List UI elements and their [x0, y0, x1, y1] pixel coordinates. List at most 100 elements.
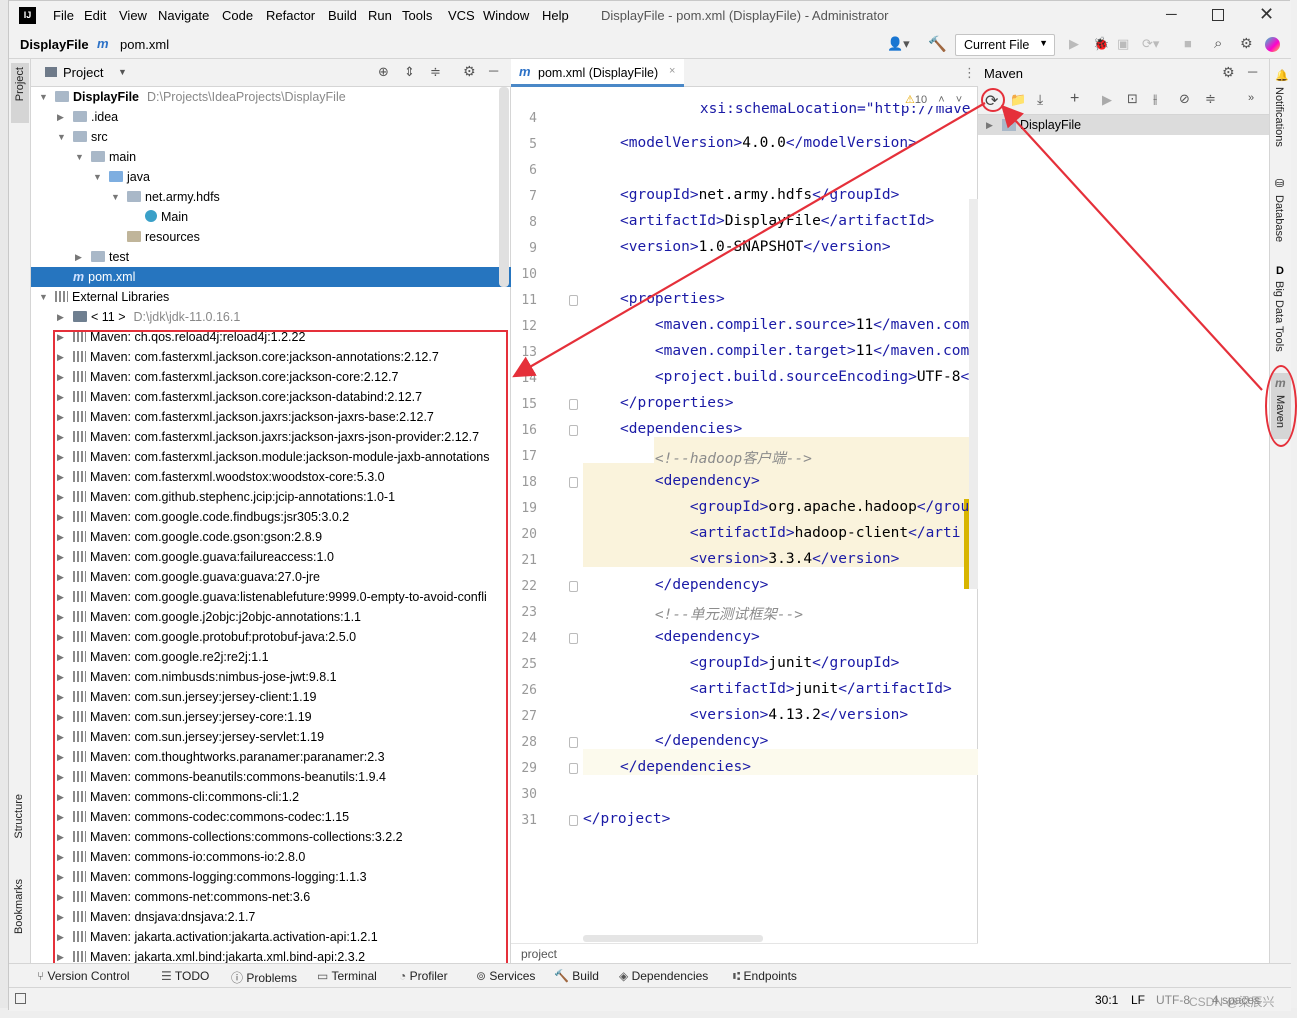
toolbox-icon[interactable]	[1265, 37, 1280, 52]
collapse-arrow-icon[interactable]: ▼	[57, 127, 66, 147]
collapse-arrow-icon[interactable]: ▼	[39, 87, 48, 107]
panel-settings-icon[interactable]: ⚙	[463, 63, 476, 80]
build-hammer-icon[interactable]: 🔨	[928, 35, 947, 53]
library-item[interactable]: ▶ Maven: dnsjava:dnsjava:2.1.7	[31, 907, 511, 927]
editor-breadcrumb[interactable]: project	[511, 943, 978, 963]
run-maven-build-icon[interactable]: ▶	[1102, 92, 1112, 108]
maven-settings-icon[interactable]: ⚙	[1222, 64, 1235, 81]
expand-arrow-icon[interactable]: ▶	[57, 847, 64, 867]
tool-problems[interactable]: ⓘ Problems	[231, 969, 297, 986]
maven-project-row[interactable]: ▶ DisplayFile	[978, 115, 1269, 135]
skip-tests-icon[interactable]: ⊘	[1179, 91, 1190, 107]
profile-icon[interactable]: ⟳▾	[1142, 36, 1159, 52]
caret-position[interactable]: 30:1	[1095, 993, 1118, 1007]
generate-sources-icon[interactable]: 📁	[1010, 92, 1026, 108]
expand-arrow-icon[interactable]: ▶	[57, 307, 64, 327]
tree-item-0[interactable]: ▼ DisplayFile D:\Projects\IdeaProjects\Dis…	[31, 87, 511, 107]
expand-arrow-icon[interactable]: ▶	[57, 527, 64, 547]
breadcrumb-file[interactable]: pom.xml	[120, 37, 169, 52]
collapse-arrow-icon[interactable]: ▼	[111, 187, 120, 207]
locate-icon[interactable]: ⊕	[378, 64, 389, 80]
expand-arrow-icon[interactable]: ▶	[57, 747, 64, 767]
expand-arrow-icon[interactable]: ▶	[57, 907, 64, 927]
prev-highlight-icon[interactable]: ˄	[938, 94, 944, 106]
library-item[interactable]: ▶ Maven: commons-collections:commons-coll…	[31, 827, 511, 847]
library-item[interactable]: ▶ Maven: com.fasterxml.jackson.jaxrs:jack…	[31, 407, 511, 427]
expand-arrow-icon[interactable]: ▶	[57, 887, 64, 907]
library-item[interactable]: ▶ Maven: com.nimbusds:nimbus-jose-jwt:9.8…	[31, 667, 511, 687]
line-separator[interactable]: LF	[1131, 993, 1145, 1007]
expand-arrow-icon[interactable]: ▶	[57, 647, 64, 667]
library-item[interactable]: ▶ Maven: com.google.re2j:re2j:1.1	[31, 647, 511, 667]
execute-goal-icon[interactable]: ⊡	[1127, 91, 1138, 107]
hide-panel-icon[interactable]: ─	[489, 63, 498, 78]
toggle-offline-icon[interactable]: ⫲	[1153, 91, 1157, 107]
expand-arrow-icon[interactable]: ▶	[57, 427, 64, 447]
expand-arrow-icon[interactable]: ▶	[57, 787, 64, 807]
tree-item-10[interactable]: ▼ External Libraries	[31, 287, 511, 307]
tree-item-5[interactable]: ▼ net.army.hdfs	[31, 187, 511, 207]
menu-file[interactable]: File	[53, 8, 74, 23]
menu-navigate[interactable]: Navigate	[158, 8, 209, 23]
expand-arrow-icon[interactable]: ▶	[57, 487, 64, 507]
structure-tool-tab[interactable]: Structure	[13, 794, 25, 839]
debug-icon[interactable]: 🐞	[1093, 36, 1109, 52]
menu-help[interactable]: Help	[542, 8, 569, 23]
expand-arrow-icon[interactable]: ▶	[57, 667, 64, 687]
layout-toggle-icon[interactable]	[15, 993, 26, 1004]
expand-arrow-icon[interactable]: ▶	[57, 507, 64, 527]
download-sources-icon[interactable]: ⤓	[1037, 91, 1043, 108]
menu-window[interactable]: Window	[483, 8, 529, 23]
library-item[interactable]: ▶ Maven: com.github.stephenc.jcip:jcip-an…	[31, 487, 511, 507]
menu-vcs[interactable]: VCS	[448, 8, 475, 23]
library-item[interactable]: ▶ Maven: com.google.j2objc:j2objc-annotat…	[31, 607, 511, 627]
tree-item-4[interactable]: ▼ java	[31, 167, 511, 187]
tool-version-control[interactable]: ⑂ Version Control	[37, 969, 130, 983]
reload-all-maven-projects-icon[interactable]: ⟳	[985, 91, 998, 111]
library-item[interactable]: ▶ Maven: com.fasterxml.jackson.jaxrs:jack…	[31, 427, 511, 447]
library-item[interactable]: ▶ Maven: com.fasterxml.jackson.module:jac…	[31, 447, 511, 467]
library-item[interactable]: ▶ Maven: jakarta.activation:jakarta.activ…	[31, 927, 511, 947]
menu-code[interactable]: Code	[222, 8, 253, 23]
menu-edit[interactable]: Edit	[84, 8, 106, 23]
breadcrumb-project[interactable]: DisplayFile	[20, 37, 89, 52]
library-item[interactable]: ▶ Maven: com.fasterxml.jackson.core:jacks…	[31, 387, 511, 407]
menu-refactor[interactable]: Refactor	[266, 8, 315, 23]
library-item[interactable]: ▶ Maven: com.fasterxml.jackson.core:jacks…	[31, 367, 511, 387]
tool-services[interactable]: ⊚ Services	[476, 969, 535, 983]
library-item[interactable]: ▶ Maven: com.google.guava:listenablefutur…	[31, 587, 511, 607]
menu-build[interactable]: Build	[328, 8, 357, 23]
library-item[interactable]: ▶ Maven: com.sun.jersey:jersey-servlet:1.…	[31, 727, 511, 747]
maven-hide-icon[interactable]: ─	[1248, 64, 1257, 79]
expand-arrow-icon[interactable]: ▶	[57, 807, 64, 827]
menu-tools[interactable]: Tools	[402, 8, 432, 23]
more-icon[interactable]: »	[1248, 92, 1254, 104]
add-maven-project-icon[interactable]: +	[1070, 90, 1079, 108]
expand-all-icon[interactable]: ⇕	[404, 64, 415, 80]
maven-tool-tab[interactable]: m Maven	[1271, 373, 1291, 439]
library-item[interactable]: ▶ Maven: commons-beanutils:commons-beanut…	[31, 767, 511, 787]
project-panel-title[interactable]: Project	[63, 65, 103, 80]
tool-profiler[interactable]: ◔ Profiler	[399, 969, 448, 983]
expand-arrow-icon[interactable]: ▶	[57, 407, 64, 427]
expand-arrow-icon[interactable]: ▶	[57, 547, 64, 567]
expand-arrow-icon[interactable]: ▶	[57, 387, 64, 407]
library-item[interactable]: ▶ Maven: ch.qos.reload4j:reload4j:1.2.22	[31, 327, 511, 347]
expand-arrow-icon[interactable]: ▶	[57, 347, 64, 367]
user-icon[interactable]: 👤▾	[887, 36, 910, 52]
library-item[interactable]: ▶ Maven: com.sun.jersey:jersey-core:1.19	[31, 707, 511, 727]
coverage-icon[interactable]: ▣	[1117, 36, 1129, 52]
code-area[interactable]: xsi:schemaLocation="http://maven.apache.…	[511, 59, 971, 939]
menu-view[interactable]: View	[119, 8, 147, 23]
tree-item-8[interactable]: ▶ test	[31, 247, 511, 267]
tree-item-2[interactable]: ▼ src	[31, 127, 511, 147]
library-item[interactable]: ▶ Maven: com.google.guava:failureaccess:1…	[31, 547, 511, 567]
tree-item-7[interactable]: resources	[31, 227, 511, 247]
expand-arrow-icon[interactable]: ▶	[57, 587, 64, 607]
menu-run[interactable]: Run	[368, 8, 392, 23]
tool-todo[interactable]: ☰ TODO	[161, 969, 209, 983]
maximize-icon[interactable]	[1212, 9, 1224, 21]
library-item[interactable]: ▶ Maven: com.google.guava:guava:27.0-jre	[31, 567, 511, 587]
tree-item-9[interactable]: m pom.xml	[31, 267, 511, 287]
expand-arrow-icon[interactable]: ▶	[57, 727, 64, 747]
